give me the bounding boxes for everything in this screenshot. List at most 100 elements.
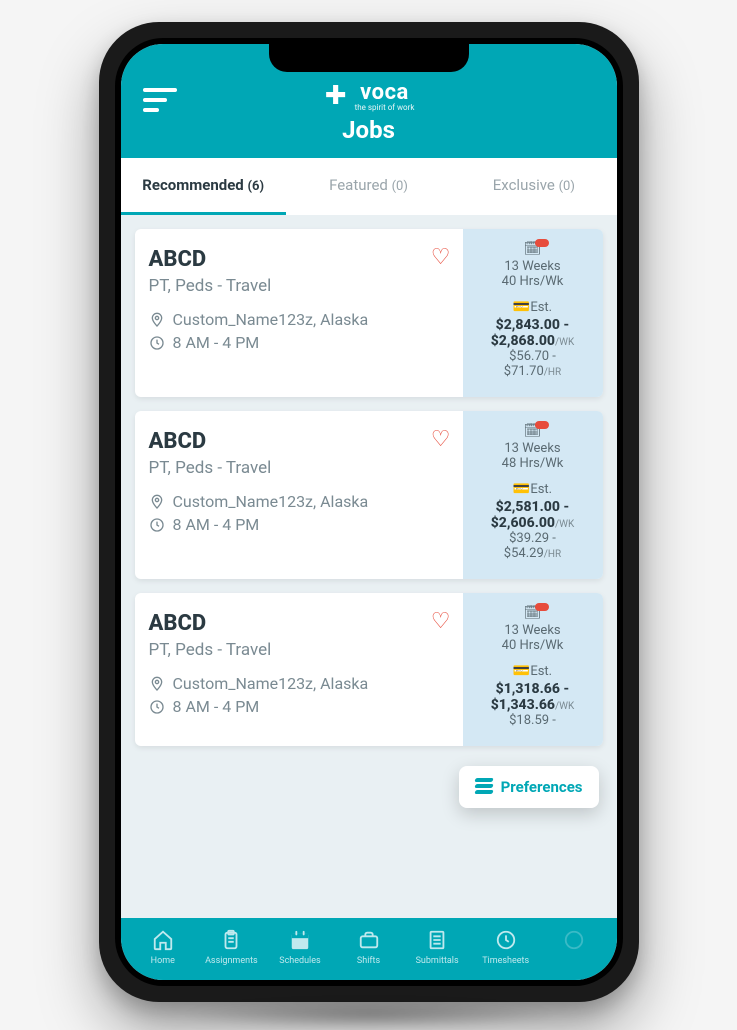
job-location-row: Custom_Name123z, Alaska — [149, 310, 449, 329]
extra-icon — [562, 928, 586, 952]
page-title: Jobs — [342, 116, 395, 144]
pay-wk-high: $1,343.66 — [491, 697, 555, 713]
job-card-side: 🗓 13 Weeks 48 Hrs/Wk 💳Est. $2,581.00 - $… — [463, 411, 603, 579]
job-card-main: ♡ ABCD PT, Peds - Travel Custom_Name123z… — [135, 593, 463, 746]
tab-recommended[interactable]: Recommended (6) — [121, 158, 286, 215]
clipboard-icon — [219, 928, 243, 952]
job-schedule: 40 Hrs/Wk — [471, 274, 595, 289]
phone-bezel: voca the spirit of work Jobs Recommended… — [115, 38, 623, 986]
calendar-nav-icon — [288, 928, 312, 952]
pay-wk-low: $2,843.00 — [496, 317, 560, 333]
tab-featured[interactable]: Featured (0) — [286, 158, 451, 215]
job-hours: 8 AM - 4 PM — [173, 333, 260, 352]
briefcase-icon — [357, 928, 381, 952]
job-subtitle: PT, Peds - Travel — [149, 640, 449, 660]
nav-timesheets[interactable]: Timesheets — [471, 928, 540, 966]
job-duration: 13 Weeks — [471, 623, 595, 638]
nav-schedules[interactable]: Schedules — [266, 928, 335, 966]
job-title: ABCD — [149, 429, 449, 454]
clock-icon — [149, 335, 165, 351]
job-card-side: 🗓 13 Weeks 40 Hrs/Wk 💳Est. $1,318.66 - $… — [463, 593, 603, 746]
clock-icon — [149, 699, 165, 715]
nav-shifts[interactable]: Shifts — [334, 928, 403, 966]
job-location-row: Custom_Name123z, Alaska — [149, 492, 449, 511]
pay-wk-low: $2,581.00 — [496, 499, 560, 515]
job-location: Custom_Name123z, Alaska — [173, 310, 369, 329]
pay-hr-high: $54.29 — [504, 546, 544, 561]
pay-icon: 💳 — [513, 663, 530, 679]
nav-assignments[interactable]: Assignments — [197, 928, 266, 966]
preferences-button[interactable]: Preferences — [459, 766, 599, 808]
est-label: Est. — [530, 664, 552, 679]
job-location: Custom_Name123z, Alaska — [173, 674, 369, 693]
job-card-main: ♡ ABCD PT, Peds - Travel Custom_Name123z… — [135, 229, 463, 397]
pay-wk-unit: /WK — [555, 337, 574, 348]
job-title: ABCD — [149, 611, 449, 636]
layers-icon — [475, 778, 493, 796]
document-icon — [425, 928, 449, 952]
pay-hr-low: $56.70 — [509, 349, 549, 364]
preferences-label: Preferences — [501, 778, 583, 796]
tab-exclusive[interactable]: Exclusive (0) — [451, 158, 616, 215]
job-schedule: 48 Hrs/Wk — [471, 456, 595, 471]
pay-icon: 💳 — [513, 299, 530, 315]
nav-label: Submittals — [416, 956, 459, 966]
bottom-nav: Home Assignments Schedules Shifts — [121, 918, 617, 980]
job-hours-row: 8 AM - 4 PM — [149, 515, 449, 534]
nav-extra[interactable] — [540, 928, 609, 966]
nav-home[interactable]: Home — [129, 928, 198, 966]
job-duration: 13 Weeks — [471, 259, 595, 274]
calendar-icon: 🗓 — [524, 605, 542, 621]
job-duration: 13 Weeks — [471, 441, 595, 456]
tab-label: Recommended — [142, 176, 243, 194]
pay-hr-high: $71.70 — [504, 364, 544, 379]
pay-hr-low: $18.59 — [509, 713, 549, 728]
nav-label: Home — [151, 956, 175, 966]
phone-frame: voca the spirit of work Jobs Recommended… — [99, 22, 639, 1002]
tab-label: Featured — [329, 176, 388, 194]
nav-label: Assignments — [205, 956, 258, 966]
pay-wk-high: $2,606.00 — [491, 515, 555, 531]
brand-tagline: the spirit of work — [355, 103, 415, 112]
brand-logo: voca the spirit of work Jobs — [141, 80, 597, 144]
nav-label: Schedules — [279, 956, 320, 966]
calendar-icon: 🗓 — [524, 423, 542, 439]
tab-count: (6) — [247, 179, 264, 194]
location-icon — [149, 676, 165, 692]
pay-hr-unit: /HR — [544, 367, 561, 378]
job-list[interactable]: ♡ ABCD PT, Peds - Travel Custom_Name123z… — [121, 215, 617, 918]
tab-count: (0) — [559, 179, 575, 194]
home-icon — [151, 928, 175, 952]
tab-count: (0) — [392, 179, 408, 194]
favorite-icon[interactable]: ♡ — [431, 245, 451, 270]
job-subtitle: PT, Peds - Travel — [149, 458, 449, 478]
job-card[interactable]: ♡ ABCD PT, Peds - Travel Custom_Name123z… — [135, 593, 603, 746]
job-card-main: ♡ ABCD PT, Peds - Travel Custom_Name123z… — [135, 411, 463, 579]
pay-icon: 💳 — [513, 481, 530, 497]
nav-label: Timesheets — [482, 956, 529, 966]
job-card-side: 🗓 13 Weeks 40 Hrs/Wk 💳Est. $2,843.00 - $… — [463, 229, 603, 397]
menu-icon[interactable] — [143, 88, 177, 118]
pay-hr-unit: /HR — [544, 549, 561, 560]
brand-name: voca — [360, 80, 409, 105]
favorite-icon[interactable]: ♡ — [431, 427, 451, 452]
job-schedule: 40 Hrs/Wk — [471, 638, 595, 653]
job-hours-row: 8 AM - 4 PM — [149, 697, 449, 716]
notch — [269, 44, 469, 72]
pay-wk-unit: /WK — [555, 519, 574, 530]
screen: voca the spirit of work Jobs Recommended… — [121, 44, 617, 980]
job-card[interactable]: ♡ ABCD PT, Peds - Travel Custom_Name123z… — [135, 229, 603, 397]
clock-icon — [149, 517, 165, 533]
job-card[interactable]: ♡ ABCD PT, Peds - Travel Custom_Name123z… — [135, 411, 603, 579]
job-location: Custom_Name123z, Alaska — [173, 492, 369, 511]
nav-label: Shifts — [357, 956, 380, 966]
favorite-icon[interactable]: ♡ — [431, 609, 451, 634]
tabs-bar: Recommended (6) Featured (0) Exclusive (… — [121, 158, 617, 215]
nav-submittals[interactable]: Submittals — [403, 928, 472, 966]
est-label: Est. — [530, 300, 552, 315]
job-subtitle: PT, Peds - Travel — [149, 276, 449, 296]
logo-mark-icon — [323, 83, 349, 109]
pay-hr-low: $39.29 — [509, 531, 549, 546]
tab-label: Exclusive — [493, 176, 555, 194]
job-location-row: Custom_Name123z, Alaska — [149, 674, 449, 693]
